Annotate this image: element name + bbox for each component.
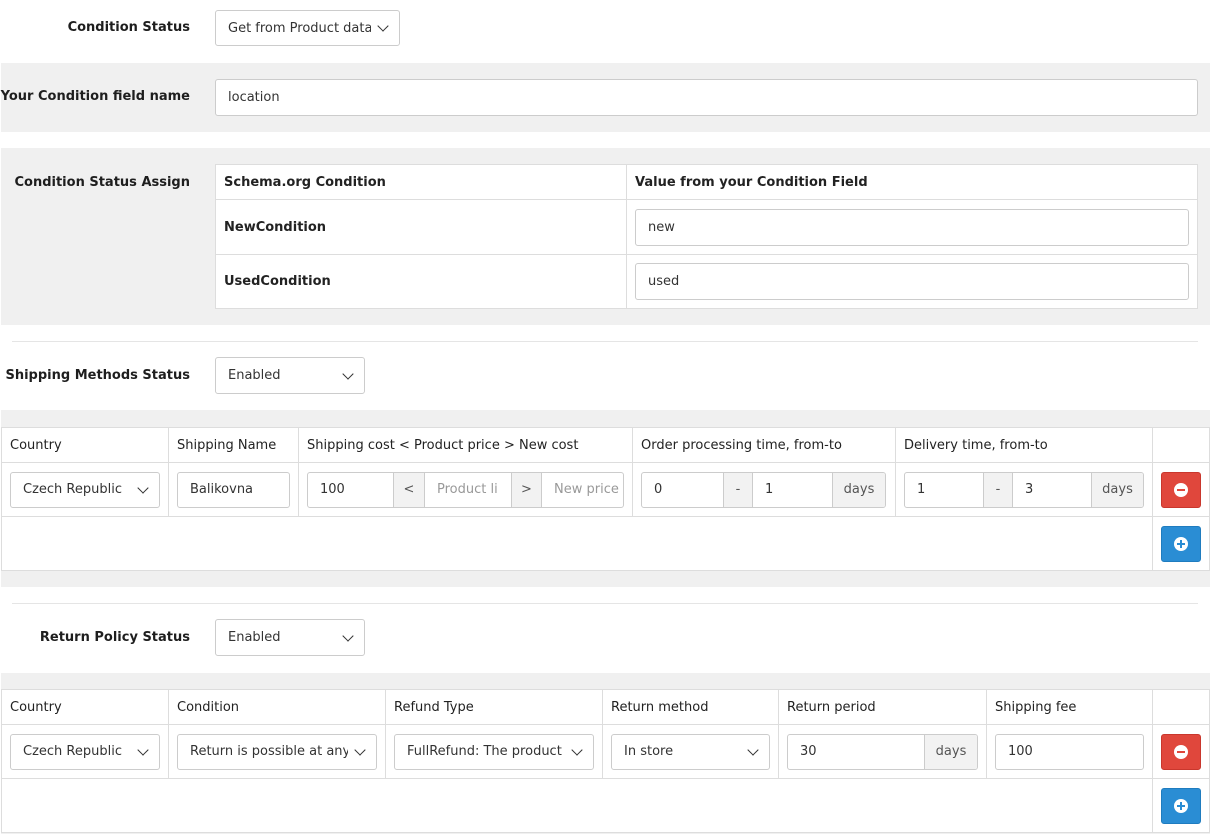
refund-type-select[interactable]: FullRefund: The product c [394, 733, 594, 770]
minus-circle-icon [1174, 482, 1188, 497]
condition-assign-label: Condition Status Assign [14, 175, 190, 190]
dash-addon: - [723, 472, 753, 507]
remove-row-button[interactable] [1161, 471, 1201, 508]
remove-row-button[interactable] [1161, 733, 1201, 770]
processing-to-input[interactable]: 1 [753, 473, 832, 507]
delivery-time-group: 1 - 3 days [904, 471, 1144, 508]
plus-circle-icon [1174, 536, 1188, 551]
table-header: Delivery time, from-to [895, 427, 1153, 463]
new-price-input[interactable]: New price [542, 473, 623, 507]
chevron-down-icon [571, 743, 583, 756]
return-period-group: 30 days [787, 733, 978, 770]
shipping-status-value: Enabled [228, 368, 281, 383]
condition-name: UsedCondition [215, 254, 627, 309]
footer-spacer [1, 516, 1153, 571]
table-row: Czech Republic Balikovna 100 < Product l… [1, 462, 1210, 517]
condition-status-label: Condition Status [67, 20, 190, 35]
return-period-input[interactable]: 30 [788, 735, 924, 769]
table-header: Schema.org Condition [215, 164, 627, 200]
return-country-select[interactable]: Czech Republic [10, 733, 160, 770]
condition-assign-table: Schema.org Condition Value from your Con… [215, 164, 1198, 309]
chevron-down-icon [137, 743, 149, 756]
delivery-to-input[interactable]: 3 [1013, 473, 1091, 507]
refund-type-value: FullRefund: The product c [407, 744, 565, 759]
shipping-cost-input[interactable]: 100 [308, 473, 393, 507]
processing-time-group: 0 - 1 days [641, 471, 886, 508]
condition-status-value: Get from Product data [228, 20, 371, 36]
shipping-table: Country Shipping Name Shipping cost < Pr… [1, 427, 1210, 571]
divider [12, 341, 1198, 342]
table-header-empty [1152, 427, 1210, 463]
table-header: Shipping cost < Product price > New cost [298, 427, 633, 463]
days-addon: days [1091, 472, 1143, 507]
product-price-input[interactable]: Product li [425, 473, 511, 507]
minus-circle-icon [1174, 744, 1188, 759]
chevron-down-icon [342, 629, 354, 642]
days-addon: days [832, 472, 885, 507]
condition-field-label: Your Condition field name [0, 89, 190, 104]
shipping-cost-group: 100 < Product li > New price [307, 471, 624, 508]
shipping-status-select[interactable]: Enabled [215, 357, 365, 394]
return-country-value: Czech Republic [23, 744, 122, 759]
return-condition-select[interactable]: Return is possible at any [177, 733, 377, 770]
processing-from-input[interactable]: 0 [642, 473, 723, 507]
return-status-value: Enabled [228, 630, 281, 645]
table-header: Country [1, 427, 169, 463]
condition-value-input[interactable]: new [635, 208, 1189, 246]
shipping-fee-input[interactable]: 100 [995, 733, 1144, 770]
table-header: Shipping fee [986, 689, 1153, 725]
chevron-down-icon [747, 743, 759, 756]
table-header: Value from your Condition Field [626, 164, 1198, 200]
footer-spacer [1, 778, 1153, 833]
chevron-down-icon [342, 367, 354, 380]
table-header-empty [1152, 689, 1210, 725]
return-table: Country Condition Refund Type Return met… [1, 689, 1210, 833]
chevron-down-icon [377, 20, 389, 32]
add-row-button[interactable] [1161, 525, 1201, 562]
shipping-country-value: Czech Republic [23, 482, 122, 497]
return-status-select[interactable]: Enabled [215, 619, 365, 656]
table-row: UsedCondition used [215, 254, 1198, 309]
table-header: Condition [168, 689, 386, 725]
return-status-label: Return Policy Status [39, 630, 190, 645]
table-footer-row [1, 516, 1210, 571]
table-row: NewCondition new [215, 199, 1198, 255]
condition-name: NewCondition [215, 199, 627, 255]
table-header: Shipping Name [168, 427, 299, 463]
table-header: Country [1, 689, 169, 725]
table-footer-row [1, 778, 1210, 833]
divider [12, 603, 1198, 604]
condition-status-select[interactable]: Get from Product data [215, 10, 400, 46]
greater-than-addon: > [511, 472, 542, 507]
chevron-down-icon [137, 481, 149, 494]
shipping-country-select[interactable]: Czech Republic [10, 471, 160, 508]
return-method-value: In store [624, 744, 674, 759]
shipping-name-input[interactable]: Balikovna [177, 471, 290, 508]
table-header: Order processing time, from-to [632, 427, 896, 463]
return-method-select[interactable]: In store [611, 733, 770, 770]
table-header: Return method [602, 689, 779, 725]
plus-circle-icon [1174, 798, 1188, 813]
add-row-button[interactable] [1161, 787, 1201, 824]
condition-field-input[interactable]: location [215, 79, 1198, 116]
shipping-status-label: Shipping Methods Status [5, 368, 190, 383]
less-than-addon: < [393, 472, 425, 507]
chevron-down-icon [354, 743, 366, 756]
dash-addon: - [983, 472, 1013, 507]
table-header: Return period [778, 689, 987, 725]
condition-value-input[interactable]: used [635, 263, 1189, 300]
days-addon: days [924, 734, 977, 769]
return-condition-value: Return is possible at any [190, 744, 348, 759]
table-row: Czech Republic Return is possible at any… [1, 724, 1210, 779]
delivery-from-input[interactable]: 1 [905, 473, 983, 507]
table-header: Refund Type [385, 689, 603, 725]
